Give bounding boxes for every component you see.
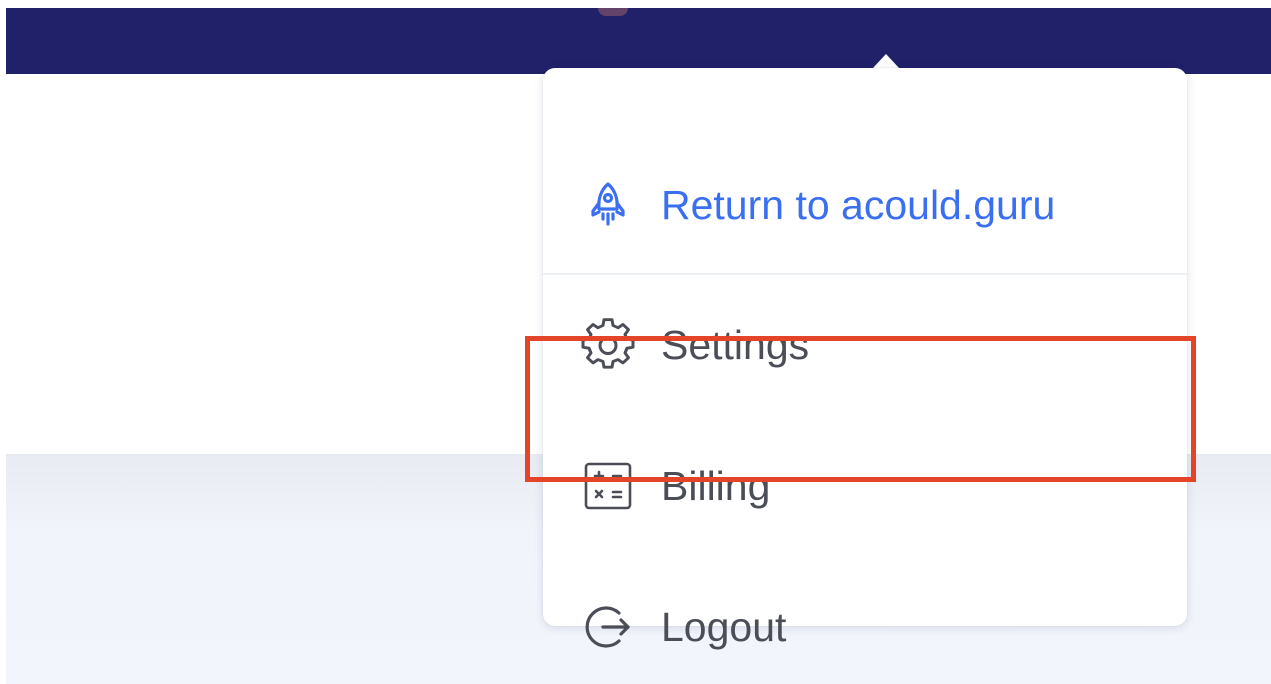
billing-highlight-annotation xyxy=(525,336,1196,482)
menu-item-label: Logout xyxy=(661,604,787,650)
menu-item-return-to-site[interactable]: Return to acould.guru xyxy=(543,160,1187,250)
logout-icon xyxy=(581,600,635,654)
top-navigation-bar xyxy=(6,8,1271,74)
menu-item-logout[interactable]: Logout xyxy=(543,582,1187,672)
user-avatar[interactable] xyxy=(598,8,628,16)
menu-item-label: Return to acould.guru xyxy=(661,182,1056,228)
dropdown-caret xyxy=(872,54,900,69)
menu-divider xyxy=(543,273,1187,275)
rocket-icon xyxy=(581,178,635,232)
screenshot-frame: Return to acould.guru Settings Billing L… xyxy=(0,0,1271,684)
